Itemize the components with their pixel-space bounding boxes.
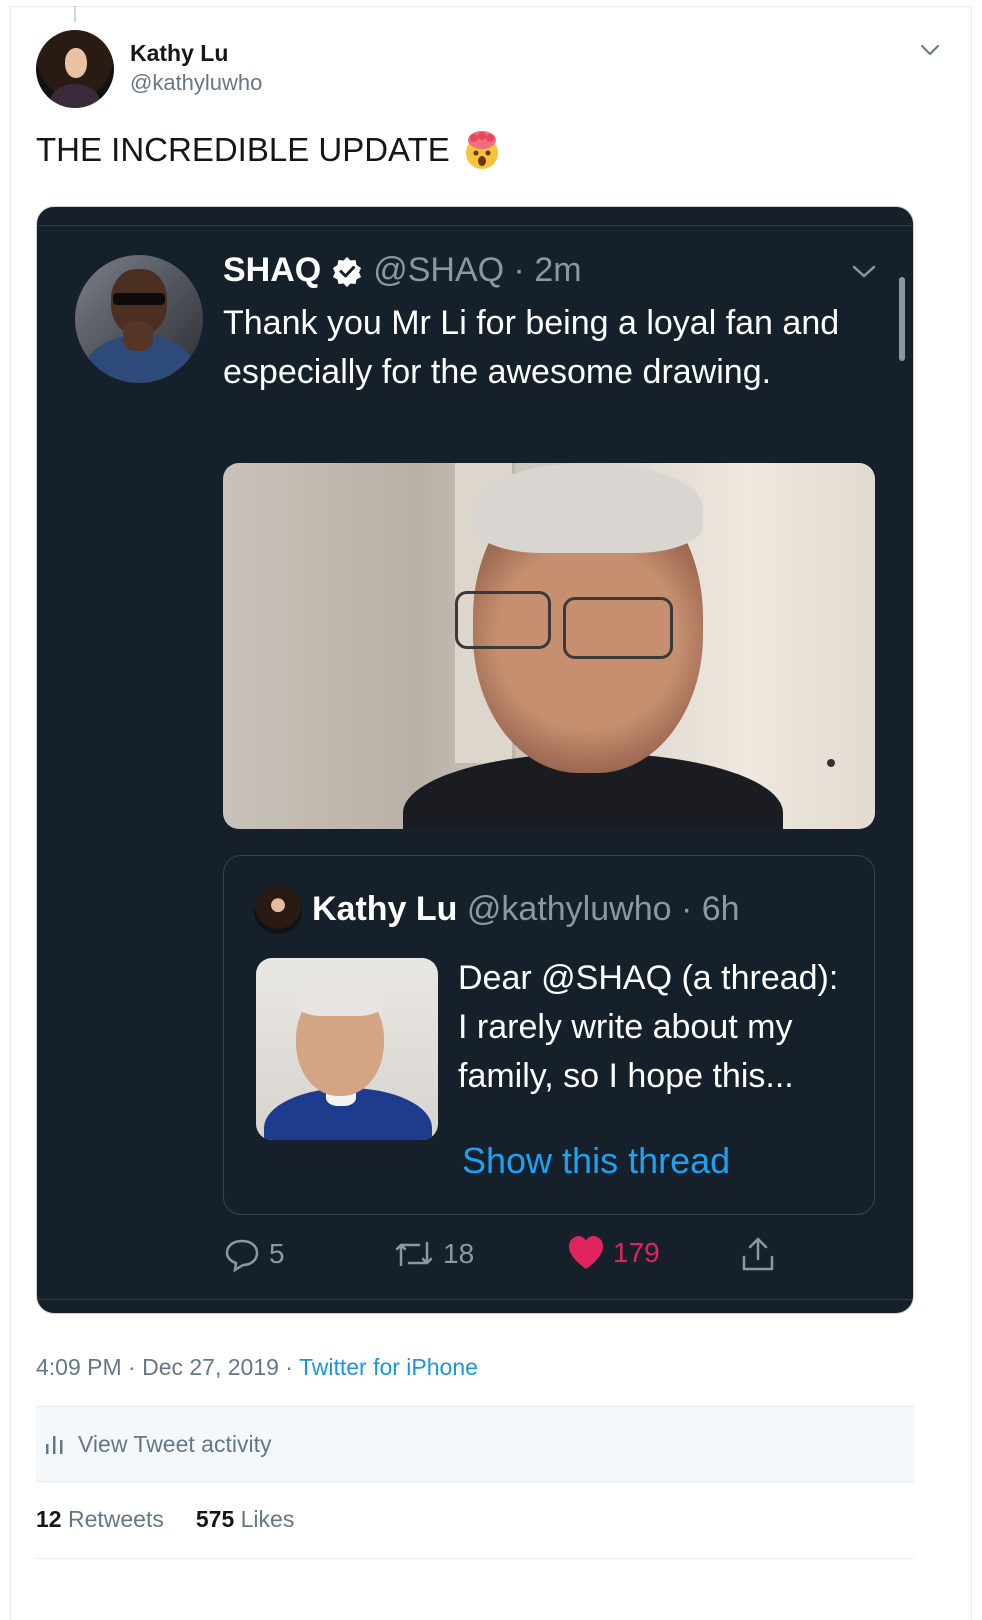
quoted-author-name: Kathy Lu xyxy=(312,890,458,928)
tweet-body: THE INCREDIBLE UPDATE xyxy=(36,131,450,168)
quoted-header: Kathy Lu @kathyluwho · 6h xyxy=(312,890,740,929)
tweet-source-link[interactable]: Twitter for iPhone xyxy=(299,1354,478,1380)
likes-count: 575 xyxy=(195,1506,235,1532)
show-thread-link: Show this thread xyxy=(462,1140,731,1181)
quoted-avatar xyxy=(254,886,302,934)
screenshot-action-bar: 5 18 179 xyxy=(223,1235,823,1279)
tweet-text: THE INCREDIBLE UPDATE xyxy=(36,128,504,172)
retweet-icon xyxy=(395,1241,433,1267)
reply-icon xyxy=(225,1239,259,1273)
shaq-meta: @SHAQ · 2m xyxy=(373,251,582,289)
retweet-action: 18 xyxy=(393,1235,474,1273)
retweets-count: 12 xyxy=(36,1506,62,1532)
retweet-count: 18 xyxy=(443,1238,475,1269)
tweet-timestamp[interactable]: 4:09 PM · Dec 27, 2019 · xyxy=(36,1354,299,1380)
verified-badge-icon xyxy=(333,256,362,287)
reply-action: 5 xyxy=(223,1235,285,1273)
embedded-screenshot[interactable]: SHAQ @SHAQ · 2m Thank you Mr Li for bein… xyxy=(36,206,914,1314)
quoted-meta: @kathyluwho · 6h xyxy=(466,890,740,928)
share-icon xyxy=(742,1237,774,1271)
analytics-icon xyxy=(46,1436,63,1454)
shaq-avatar xyxy=(75,255,203,383)
shaq-name: SHAQ xyxy=(223,251,322,289)
divider xyxy=(37,1299,913,1300)
view-tweet-activity-label: View Tweet activity xyxy=(78,1430,272,1457)
retweets-stat[interactable]: 12 Retweets xyxy=(36,1506,164,1533)
author-handle[interactable]: @kathyluwho xyxy=(130,70,262,96)
like-count: 179 xyxy=(613,1237,660,1268)
author-avatar[interactable] xyxy=(36,30,114,108)
tweet-photo xyxy=(223,463,875,829)
quoted-text: Dear @SHAQ (a thread): I rarely write ab… xyxy=(458,959,839,1095)
thread-connector-line xyxy=(74,6,76,22)
shaq-header: SHAQ @SHAQ · 2m xyxy=(223,251,582,290)
heart-icon xyxy=(569,1236,603,1269)
retweets-label: Retweets xyxy=(67,1506,164,1532)
like-action: 179 xyxy=(567,1235,660,1271)
chevron-down-icon[interactable] xyxy=(918,38,942,62)
author-name[interactable]: Kathy Lu xyxy=(130,40,228,67)
tweet-meta: 4:09 PM · Dec 27, 2019 · Twitter for iPh… xyxy=(36,1354,478,1381)
likes-label: Likes xyxy=(240,1506,295,1532)
divider xyxy=(37,225,913,226)
quoted-tweet: Kathy Lu @kathyluwho · 6h Dear @SHAQ (a … xyxy=(223,855,875,1215)
divider xyxy=(36,1558,914,1559)
tweet-stats: 12 Retweets 575 Likes xyxy=(36,1506,294,1533)
exploding-head-icon xyxy=(465,131,498,169)
view-tweet-activity-button[interactable]: View Tweet activity xyxy=(36,1406,914,1482)
reply-count: 5 xyxy=(269,1238,285,1269)
share-action xyxy=(739,1235,777,1273)
chevron-down-icon xyxy=(852,265,876,278)
likes-stat[interactable]: 575 Likes xyxy=(196,1506,294,1533)
quoted-photo xyxy=(256,958,438,1140)
shaq-tweet-text: Thank you Mr Li for being a loyal fan an… xyxy=(223,304,840,391)
scrollbar xyxy=(899,277,905,361)
